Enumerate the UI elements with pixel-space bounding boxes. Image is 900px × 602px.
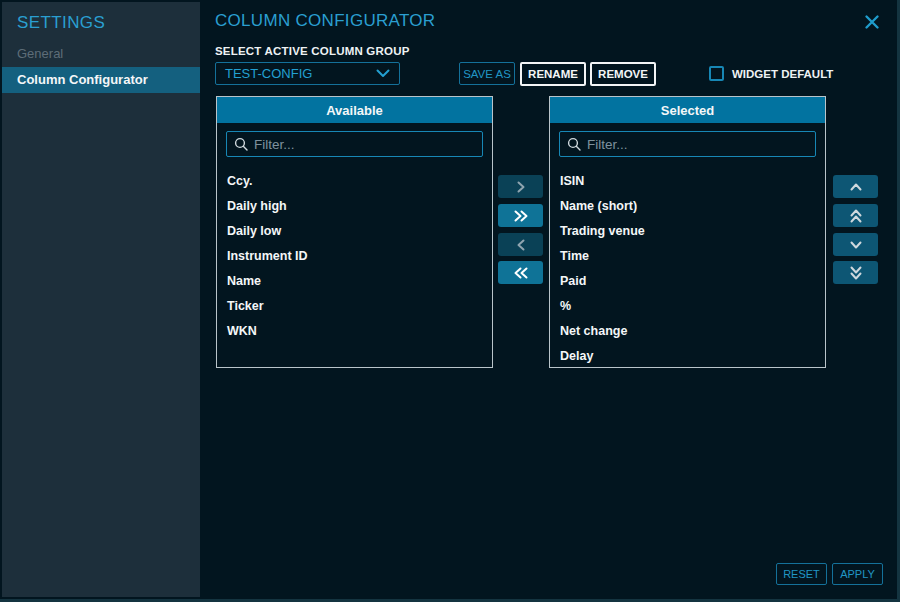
settings-sidebar: SETTINGS General Column Configurator [2, 2, 200, 597]
available-list-item[interactable]: Daily low [217, 219, 492, 244]
reset-button[interactable]: RESET [776, 563, 827, 585]
column-group-dropdown[interactable]: TEST-CONFIG [215, 62, 400, 85]
selected-list-item[interactable]: Name (short) [550, 194, 825, 219]
widget-default-checkbox[interactable] [709, 66, 724, 81]
selected-list-item[interactable]: % [550, 294, 825, 319]
sidebar-items: General Column Configurator [2, 41, 200, 93]
chevron-right-icon [517, 181, 525, 193]
selected-list-item[interactable]: Time [550, 244, 825, 269]
move-left-button[interactable] [498, 233, 543, 256]
available-list-item[interactable]: Instrument ID [217, 244, 492, 269]
widget-default-label: WIDGET DEFAULT [732, 68, 833, 80]
available-filter-input[interactable]: Filter... [226, 131, 483, 157]
available-filter-placeholder: Filter... [254, 137, 295, 152]
save-as-button[interactable]: SAVE AS [459, 62, 515, 85]
selected-panel-header: Selected [550, 97, 825, 123]
selected-list-item[interactable]: Delay [550, 344, 825, 369]
selected-list-item[interactable]: Trading venue [550, 219, 825, 244]
selected-filter-input[interactable]: Filter... [559, 131, 816, 157]
available-list-item[interactable]: Ticker [217, 294, 492, 319]
selected-list-item[interactable]: Net change [550, 319, 825, 344]
column-group-dropdown-value: TEST-CONFIG [225, 66, 312, 81]
selected-filter-placeholder: Filter... [587, 137, 628, 152]
move-all-right-button[interactable] [498, 204, 543, 227]
selected-panel: Selected Filter... ISINName (short)Tradi… [549, 96, 826, 368]
apply-button[interactable]: APPLY [832, 563, 883, 585]
rename-button[interactable]: RENAME [520, 62, 586, 86]
widget-default-toggle[interactable]: WIDGET DEFAULT [709, 66, 833, 81]
settings-title: SETTINGS [2, 2, 200, 33]
move-down-button[interactable] [833, 233, 878, 256]
move-bottom-button[interactable] [833, 261, 878, 284]
move-right-button[interactable] [498, 175, 543, 198]
move-top-button[interactable] [833, 204, 878, 227]
chevron-down-icon [850, 241, 862, 249]
double-chevron-right-icon [514, 210, 528, 222]
available-panel: Available Filter... Ccy.Daily highDaily … [216, 96, 493, 368]
chevron-down-icon [376, 69, 390, 78]
select-active-column-group-label: SELECT ACTIVE COLUMN GROUP [215, 45, 410, 57]
available-list: Ccy.Daily highDaily lowInstrument IDName… [217, 169, 492, 344]
selected-list: ISINName (short)Trading venueTimePaid%Ne… [550, 169, 825, 369]
chevron-up-icon [850, 183, 862, 191]
search-icon [567, 137, 581, 151]
page-title: COLUMN CONFIGURATOR [215, 11, 435, 31]
move-all-left-button[interactable] [498, 261, 543, 284]
selected-list-item[interactable]: Paid [550, 269, 825, 294]
move-up-button[interactable] [833, 175, 878, 198]
column-configurator-page: COLUMN CONFIGURATOR SELECT ACTIVE COLUMN… [200, 0, 900, 602]
available-list-item[interactable]: Ccy. [217, 169, 492, 194]
available-panel-header: Available [217, 97, 492, 123]
sidebar-item-column-configurator[interactable]: Column Configurator [2, 67, 200, 93]
selected-list-item[interactable]: ISIN [550, 169, 825, 194]
double-chevron-left-icon [514, 267, 528, 279]
close-icon[interactable] [864, 14, 880, 30]
available-list-item[interactable]: Daily high [217, 194, 492, 219]
double-chevron-up-icon [850, 209, 862, 223]
available-list-item[interactable]: WKN [217, 319, 492, 344]
search-icon [234, 137, 248, 151]
double-chevron-down-icon [850, 266, 862, 280]
available-list-item[interactable]: Name [217, 269, 492, 294]
chevron-left-icon [517, 239, 525, 251]
remove-button[interactable]: REMOVE [590, 62, 656, 86]
sidebar-item-general[interactable]: General [2, 41, 200, 67]
